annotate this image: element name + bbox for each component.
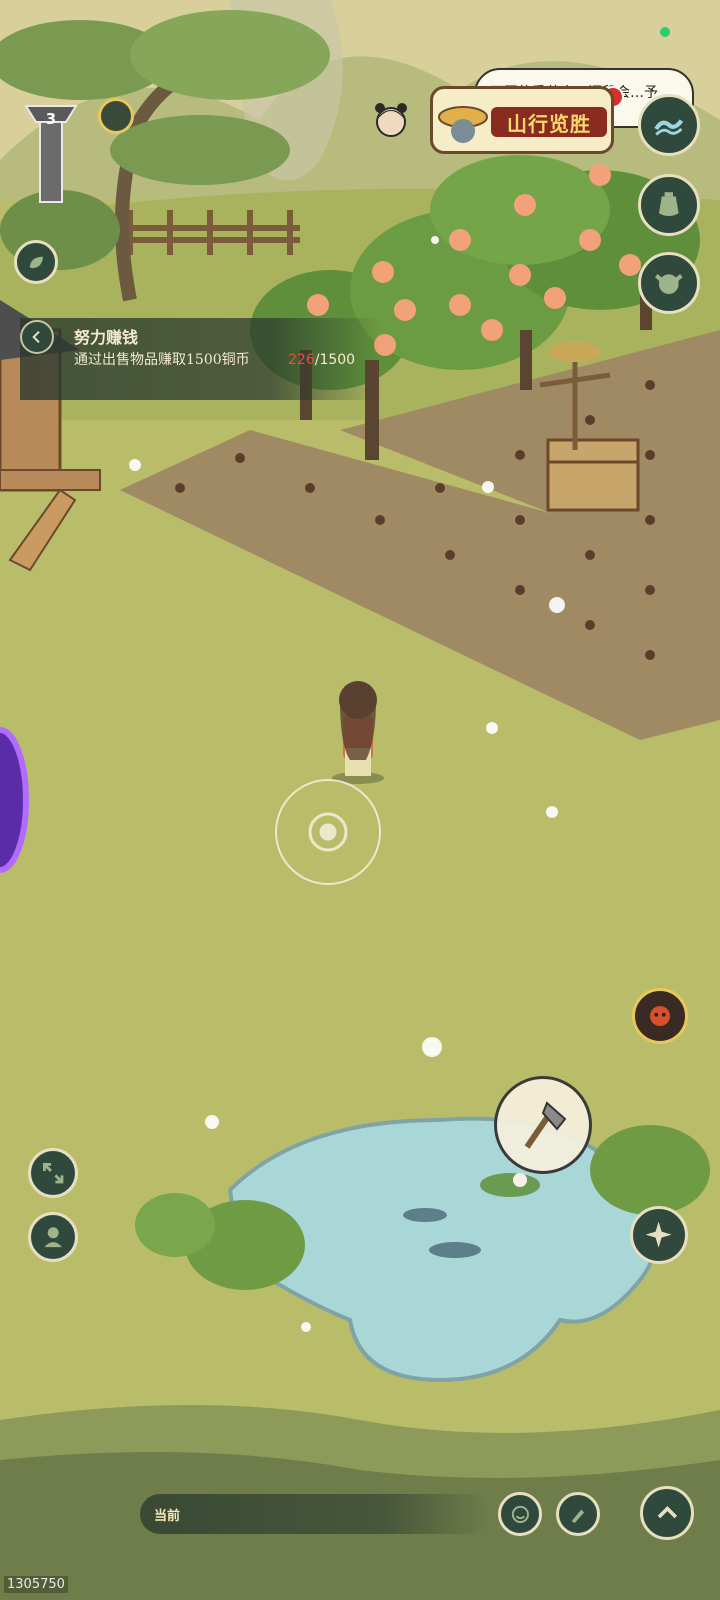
- expand-button[interactable]: [28, 1148, 78, 1198]
- axe-action-button[interactable]: [494, 1076, 592, 1174]
- brush-icon: [571, 1509, 584, 1523]
- status-indicator: [660, 27, 670, 37]
- emoji-icon: [511, 1505, 529, 1523]
- level-marker[interactable]: 3: [22, 96, 80, 206]
- character-button[interactable]: [28, 1212, 78, 1262]
- quest-progress-total: /1500: [314, 352, 356, 368]
- event-banner[interactable]: 山行览胜: [430, 86, 614, 154]
- axe-icon: [524, 1101, 567, 1149]
- game-scene[interactable]: [0, 0, 720, 1600]
- quest-panel[interactable]: 努力赚钱 通过出售物品赚取1500铜币 226/1500: [20, 318, 380, 400]
- quest-progress: 226/1500: [288, 352, 355, 368]
- wave-button[interactable]: [638, 94, 700, 156]
- ox-button[interactable]: [638, 252, 700, 314]
- pot-button[interactable]: [638, 174, 700, 236]
- emoji-button[interactable]: [498, 1492, 542, 1536]
- chat-bar[interactable]: 当前: [140, 1494, 490, 1534]
- ox-icon: [655, 274, 683, 295]
- mask-icon: [650, 1006, 670, 1026]
- brush-button[interactable]: [556, 1492, 600, 1536]
- banner-label: 山行览胜: [491, 107, 607, 137]
- leaf-icon: [29, 256, 43, 268]
- ring-icon[interactable]: [98, 98, 134, 134]
- wave-icon: [654, 119, 684, 136]
- expand-menu-button[interactable]: [640, 1486, 694, 1540]
- person-icon: [44, 1227, 62, 1247]
- quest-title: 努力赚钱: [74, 328, 139, 347]
- chat-channel-label: 当前: [154, 1509, 181, 1524]
- quest-collapse-button[interactable]: [20, 320, 54, 354]
- quest-description: 通过出售物品赚取1500铜币: [74, 352, 250, 368]
- avatar-icon: [375, 103, 407, 137]
- user-id: 1305750: [4, 1576, 68, 1593]
- leaf-button[interactable]: [14, 240, 58, 284]
- compass-button[interactable]: [630, 1206, 688, 1264]
- player-level: 3: [45, 110, 57, 128]
- npc-avatar[interactable]: [372, 100, 410, 144]
- quest-progress-current: 226: [288, 352, 315, 368]
- compass-icon: [646, 1222, 672, 1248]
- chevron-up-icon: [657, 1505, 677, 1518]
- pot-icon: [659, 192, 679, 217]
- mask-button[interactable]: [632, 988, 688, 1044]
- expand-icon: [42, 1162, 64, 1184]
- straw-hat-icon: [438, 106, 488, 143]
- chevron-left-icon: [32, 330, 40, 344]
